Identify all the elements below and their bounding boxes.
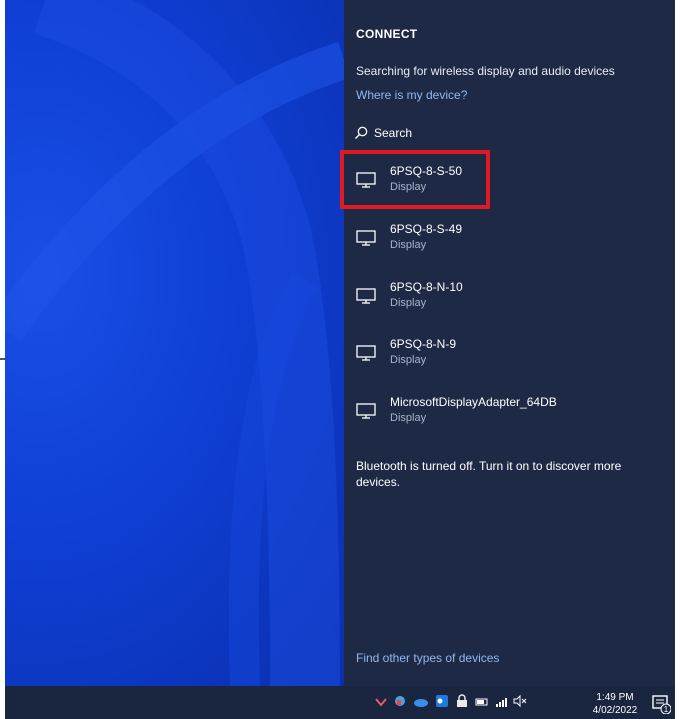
- onedrive-icon[interactable]: [413, 694, 429, 712]
- action-center-button[interactable]: 1: [651, 694, 672, 719]
- screenshot-frame: CONNECT Searching for wireless display a…: [0, 0, 680, 719]
- search-button[interactable]: Search: [354, 123, 412, 143]
- monitor-icon: [356, 345, 376, 361]
- device-item[interactable]: 6PSQ-8-N-10 Display: [352, 276, 652, 316]
- monitor-icon: [356, 230, 376, 246]
- battery-icon[interactable]: [475, 694, 489, 712]
- device-item[interactable]: MicrosoftDisplayAdapter_64DB Display: [352, 391, 652, 431]
- device-name: 6PSQ-8-N-9: [390, 337, 457, 351]
- device-type: Display: [390, 239, 427, 251]
- teams-icon[interactable]: [393, 694, 407, 713]
- desktop-background: [5, 0, 344, 686]
- outlook-icon[interactable]: [435, 694, 449, 713]
- device-item[interactable]: 6PSQ-8-S-49 Display: [352, 218, 652, 258]
- search-label: Search: [374, 126, 413, 140]
- monitor-icon: [356, 172, 376, 188]
- system-tray: [375, 693, 533, 713]
- notification-count: 1: [664, 705, 669, 714]
- device-name: MicrosoftDisplayAdapter_64DB: [390, 395, 557, 409]
- where-is-my-device-link[interactable]: Where is my device?: [356, 88, 467, 102]
- monitor-icon: [356, 403, 376, 419]
- clock-time: 1:49 PM: [596, 692, 634, 703]
- search-status-text: Searching for wireless display and audio…: [356, 64, 615, 78]
- signal-icon[interactable]: [495, 694, 507, 712]
- taskbar: 1:49 PM 4/02/2022 1: [5, 686, 675, 719]
- device-type: Display: [390, 297, 427, 309]
- clock-date: 4/02/2022: [592, 705, 638, 716]
- monitor-icon: [356, 288, 376, 304]
- device-name: 6PSQ-8-S-49: [390, 222, 463, 236]
- chevron-down-icon[interactable]: [375, 694, 387, 712]
- device-name: 6PSQ-8-N-10: [390, 280, 463, 294]
- find-other-devices-link[interactable]: Find other types of devices: [356, 651, 499, 665]
- taskbar-clock[interactable]: 1:49 PM 4/02/2022: [591, 691, 639, 717]
- wallpaper-graphic: [5, 0, 344, 686]
- device-name: 6PSQ-8-S-50: [390, 164, 463, 178]
- device-item[interactable]: 6PSQ-8-N-9 Display: [352, 333, 652, 373]
- connect-panel: CONNECT Searching for wireless display a…: [344, 0, 675, 686]
- device-type: Display: [390, 412, 427, 424]
- notifications-icon: 1: [652, 695, 672, 715]
- device-type: Display: [390, 354, 427, 366]
- lock-icon[interactable]: [455, 693, 469, 713]
- panel-title: CONNECT: [356, 27, 418, 41]
- device-item[interactable]: 6PSQ-8-S-50 Display: [352, 160, 652, 200]
- device-type: Display: [390, 181, 427, 193]
- bluetooth-off-note: Bluetooth is turned off. Turn it on to d…: [356, 459, 622, 489]
- search-icon: [355, 126, 368, 139]
- volume-muted-icon[interactable]: [513, 694, 527, 712]
